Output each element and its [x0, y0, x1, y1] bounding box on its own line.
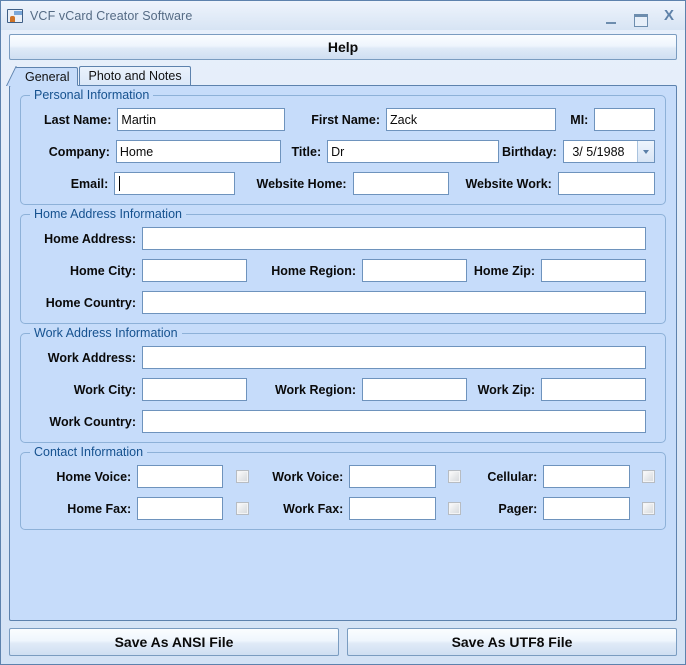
titlebar[interactable]: VCF vCard Creator Software X — [1, 1, 685, 30]
app-window: VCF vCard Creator Software X Help Genera… — [0, 0, 686, 665]
group-legend: Personal Information — [30, 88, 154, 102]
mi-label: MI: — [570, 112, 589, 127]
row-voice-cellular: Home Voice: Work Voice: Cellular: — [31, 465, 655, 488]
email-label: Email: — [70, 176, 109, 191]
window-controls: X — [603, 1, 677, 30]
work-address-input[interactable] — [142, 346, 646, 369]
work-voice-checkbox[interactable] — [447, 470, 461, 483]
home-voice-label: Home Voice: — [56, 469, 132, 484]
save-as-utf8-button[interactable]: Save As UTF8 File — [347, 628, 677, 656]
row-home-address: Home Address: — [31, 227, 655, 250]
title-input[interactable]: Dr — [327, 140, 499, 163]
help-button[interactable]: Help — [9, 34, 677, 60]
home-city-label: Home City: — [70, 263, 136, 278]
row-name: Last Name: Martin First Name: Zack MI: — [31, 108, 655, 131]
help-bar: Help — [1, 30, 685, 60]
row-work-city-region-zip: Work City: Work Region: Work Zip: — [31, 378, 655, 401]
work-fax-checkbox[interactable] — [447, 502, 461, 515]
work-address-label: Work Address: — [47, 350, 136, 365]
title-label: Title: — [291, 144, 322, 159]
birthday-label: Birthday: — [501, 144, 557, 159]
save-as-ansi-button[interactable]: Save As ANSI File — [9, 628, 339, 656]
mi-input[interactable] — [594, 108, 655, 131]
cellular-label: Cellular: — [487, 469, 538, 484]
tab-general[interactable]: General — [5, 66, 79, 86]
pager-label: Pager: — [498, 501, 538, 516]
home-zip-label: Home Zip: — [473, 263, 535, 278]
home-region-label: Home Region: — [271, 263, 356, 278]
work-region-label: Work Region: — [274, 382, 356, 397]
company-input[interactable]: Home — [115, 140, 281, 163]
row-work-address: Work Address: — [31, 346, 655, 369]
home-address-label: Home Address: — [44, 231, 136, 246]
home-address-input[interactable] — [142, 227, 646, 250]
row-fax-pager: Home Fax: Work Fax: Pager: — [31, 497, 655, 520]
last-name-label: Last Name: — [44, 112, 112, 127]
pager-checkbox[interactable] — [641, 502, 655, 515]
row-email-websites: Email: Website Home: Website Work: — [31, 172, 655, 195]
work-voice-input[interactable] — [349, 465, 436, 488]
pager-input[interactable] — [543, 497, 630, 520]
home-voice-checkbox[interactable] — [235, 470, 249, 483]
home-voice-input[interactable] — [137, 465, 224, 488]
website-home-input[interactable] — [352, 172, 449, 195]
first-name-input[interactable]: Zack — [386, 108, 556, 131]
work-fax-input[interactable] — [349, 497, 436, 520]
work-country-label: Work Country: — [49, 414, 136, 429]
work-country-input[interactable] — [142, 410, 646, 433]
group-legend: Contact Information — [30, 445, 148, 459]
tab-panel-general: Personal Information Last Name: Martin F… — [9, 85, 677, 621]
birthday-value: 3/ 5/1988 — [572, 144, 625, 159]
tabstrip: General Photo and Notes — [5, 66, 685, 86]
home-zip-input[interactable] — [541, 259, 646, 282]
footer-actions: Save As ANSI File Save As UTF8 File — [1, 621, 685, 664]
home-country-label: Home Country: — [45, 295, 136, 310]
group-personal-information: Personal Information Last Name: Martin F… — [20, 88, 666, 205]
email-input[interactable] — [114, 172, 236, 195]
last-name-input[interactable]: Martin — [117, 108, 286, 131]
work-city-label: Work City: — [73, 382, 136, 397]
birthday-date-picker[interactable]: 3/ 5/1988 — [562, 140, 655, 163]
cellular-input[interactable] — [543, 465, 630, 488]
group-legend: Work Address Information — [30, 326, 182, 340]
work-fax-label: Work Fax: — [283, 501, 344, 516]
home-fax-label: Home Fax: — [67, 501, 132, 516]
website-home-label: Website Home: — [256, 176, 347, 191]
home-fax-checkbox[interactable] — [235, 502, 249, 515]
home-fax-input[interactable] — [137, 497, 224, 520]
close-icon[interactable]: X — [661, 8, 677, 23]
vcard-contact-icon — [7, 8, 23, 23]
work-region-input[interactable] — [362, 378, 467, 401]
group-legend: Home Address Information — [30, 207, 186, 221]
row-work-country: Work Country: — [31, 410, 655, 433]
chevron-down-icon[interactable] — [637, 141, 654, 162]
row-home-city-region-zip: Home City: Home Region: Home Zip: — [31, 259, 655, 282]
home-city-input[interactable] — [142, 259, 247, 282]
work-voice-label: Work Voice: — [272, 469, 344, 484]
work-city-input[interactable] — [142, 378, 247, 401]
group-contact-information: Contact Information Home Voice: Work Voi… — [20, 445, 666, 530]
cellular-checkbox[interactable] — [641, 470, 655, 483]
first-name-label: First Name: — [311, 112, 381, 127]
work-zip-label: Work Zip: — [477, 382, 535, 397]
row-home-country: Home Country: — [31, 291, 655, 314]
home-region-input[interactable] — [362, 259, 467, 282]
window-title: VCF vCard Creator Software — [30, 8, 193, 23]
tab-photo-and-notes[interactable]: Photo and Notes — [79, 66, 191, 85]
website-work-input[interactable] — [557, 172, 655, 195]
website-work-label: Website Work: — [465, 176, 552, 191]
row-company-title-birthday: Company: Home Title: Dr Birthday: 3/ 5/1… — [31, 140, 655, 163]
home-country-input[interactable] — [142, 291, 646, 314]
group-work-address-information: Work Address Information Work Address: W… — [20, 326, 666, 443]
work-zip-input[interactable] — [541, 378, 646, 401]
company-label: Company: — [48, 144, 110, 159]
group-home-address-information: Home Address Information Home Address: H… — [20, 207, 666, 324]
